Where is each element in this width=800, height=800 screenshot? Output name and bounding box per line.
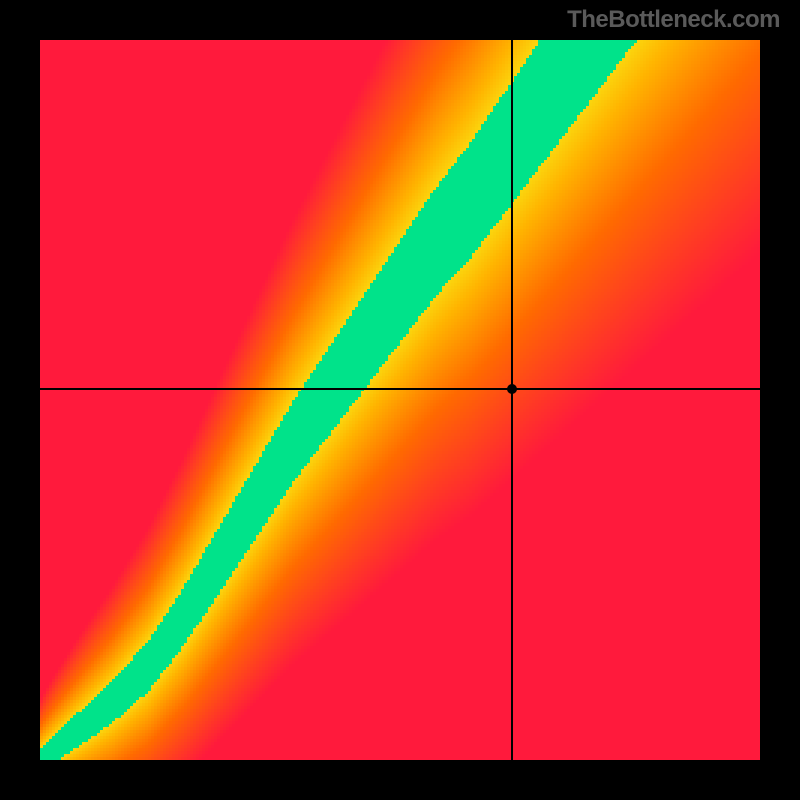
data-point-marker (507, 384, 517, 394)
crosshair-vertical (511, 40, 513, 760)
chart-container: TheBottleneck.com (0, 0, 800, 800)
heatmap-chart (40, 40, 760, 760)
watermark-label: TheBottleneck.com (567, 6, 780, 34)
heatmap-canvas (40, 40, 760, 760)
crosshair-horizontal (40, 388, 760, 390)
